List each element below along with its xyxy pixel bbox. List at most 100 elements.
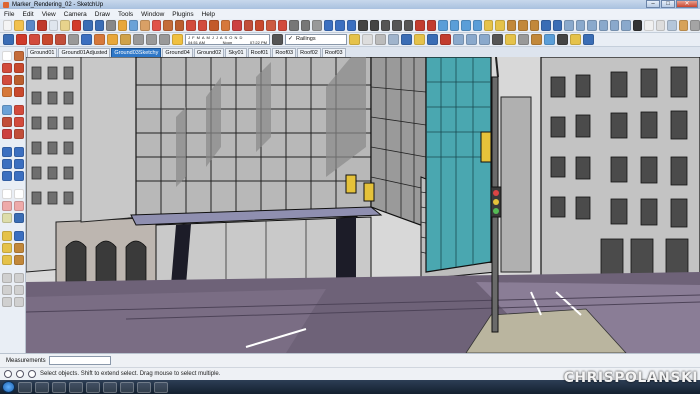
share-model-icon[interactable] — [449, 20, 460, 31]
previous-tool-icon[interactable] — [13, 213, 24, 223]
model-info-icon[interactable] — [117, 20, 127, 31]
scale-icon[interactable] — [266, 20, 276, 31]
menu-file[interactable]: File — [4, 11, 14, 18]
section-plane-tool-icon[interactable] — [13, 243, 24, 253]
zoom-window-tool-icon[interactable] — [13, 201, 24, 211]
tab-roof01[interactable]: Roof01 — [247, 48, 272, 57]
select-arrow-icon[interactable] — [1, 51, 12, 61]
paste-icon[interactable] — [60, 20, 70, 31]
intersect-icon[interactable] — [94, 34, 105, 45]
model-viewport[interactable] — [26, 57, 700, 353]
shaded-textures-icon[interactable] — [678, 20, 689, 31]
tab-ground03sketchy[interactable]: Ground03Sketchy — [111, 48, 162, 57]
print-icon[interactable] — [106, 20, 116, 31]
offset-lines-icon[interactable] — [13, 129, 24, 139]
plugin-e-icon[interactable] — [583, 34, 594, 45]
eraser-tool-icon[interactable] — [151, 20, 162, 31]
axes-tool-icon[interactable] — [1, 171, 12, 181]
group-icon[interactable] — [414, 34, 425, 45]
tab-ground02[interactable]: Ground02 — [193, 48, 225, 57]
taskbar-layout-icon[interactable] — [120, 381, 134, 393]
split-icon[interactable] — [159, 34, 170, 45]
redo-arrow-icon[interactable] — [552, 20, 563, 31]
taskbar-notes-icon[interactable] — [137, 381, 151, 393]
zoom-magnifier-icon[interactable] — [1, 201, 12, 211]
select-tool-icon[interactable] — [128, 20, 139, 31]
taskbar-sketchup-icon[interactable] — [103, 381, 117, 393]
protractor-tool-icon[interactable] — [1, 159, 12, 169]
get-models-icon[interactable] — [438, 20, 448, 31]
drape-tool-icon[interactable] — [13, 273, 24, 283]
look-around-icon[interactable] — [479, 34, 490, 45]
offset-tool-icon[interactable] — [55, 34, 66, 45]
section-plane-icon[interactable] — [506, 20, 517, 31]
rotate-tool-icon[interactable] — [29, 34, 40, 45]
taskbar-ie-icon[interactable] — [18, 381, 32, 393]
tab-ground04[interactable]: Ground04 — [162, 48, 193, 57]
cut-icon[interactable] — [37, 20, 47, 31]
zoom-extents-icon[interactable] — [403, 20, 414, 31]
scene-icon[interactable] — [440, 34, 451, 45]
walk-tool-icon[interactable] — [13, 231, 24, 241]
push-pull-icon[interactable] — [220, 20, 231, 31]
trim-icon[interactable] — [146, 34, 157, 45]
menu-camera[interactable]: Camera — [64, 11, 87, 18]
shaded-icon[interactable] — [667, 20, 677, 31]
render-icon[interactable] — [505, 34, 516, 45]
menu-view[interactable]: View — [42, 11, 56, 18]
circle-icon[interactable] — [197, 20, 208, 31]
open-folder-icon[interactable] — [14, 20, 24, 31]
display-section-icon[interactable] — [518, 20, 528, 31]
zoom-window-icon[interactable] — [392, 20, 402, 31]
next-view-icon[interactable] — [426, 20, 437, 31]
copy-icon[interactable] — [48, 20, 59, 31]
back-view-icon[interactable] — [610, 20, 620, 31]
wireframe-icon[interactable] — [644, 20, 654, 31]
sandbox-tool-icon[interactable] — [1, 255, 12, 265]
scale-tool-icon[interactable] — [42, 34, 53, 45]
move-arrows-icon[interactable] — [1, 105, 12, 115]
tape-measure-icon[interactable] — [289, 20, 299, 31]
rotate-arrows-icon[interactable] — [1, 117, 12, 127]
menu-tools[interactable]: Tools — [118, 11, 133, 18]
polygon-icon[interactable] — [209, 20, 219, 31]
polygon-tool-icon[interactable] — [1, 87, 12, 97]
photo-texture-icon[interactable] — [484, 20, 494, 31]
export-icon[interactable] — [518, 34, 529, 45]
position-camera-tool-icon[interactable] — [1, 231, 12, 241]
close-button[interactable]: ✕ — [676, 0, 698, 8]
previous-view-icon[interactable] — [415, 20, 425, 31]
subtract-icon[interactable] — [133, 34, 144, 45]
make-component-tool-icon[interactable] — [13, 51, 24, 61]
stamp-tool-icon[interactable] — [13, 255, 24, 265]
outer-shell-icon[interactable] — [107, 34, 118, 45]
pencil-icon[interactable] — [163, 20, 173, 31]
taskbar-media-icon[interactable] — [52, 381, 66, 393]
pan-hand-icon[interactable] — [13, 189, 24, 199]
iso-view-icon[interactable] — [564, 20, 574, 31]
plugin-b-icon[interactable] — [544, 34, 555, 45]
add-detail-icon[interactable] — [13, 285, 24, 295]
tab-roof03[interactable]: Roof03 — [272, 48, 297, 57]
erase-icon[interactable] — [71, 20, 82, 31]
rotate-icon[interactable] — [243, 20, 253, 31]
hidden-geometry-icon[interactable] — [362, 34, 373, 45]
freehand-tool-icon[interactable] — [13, 87, 24, 97]
taskbar-app-icon[interactable] — [69, 381, 83, 393]
add-location-icon[interactable] — [472, 20, 483, 31]
new-file-icon[interactable] — [3, 20, 13, 31]
menu-help[interactable]: Help — [202, 11, 215, 18]
menu-window[interactable]: Window — [141, 11, 164, 18]
orbit-icon[interactable] — [358, 20, 368, 31]
tab-ground01[interactable]: Ground01 — [27, 48, 58, 57]
offset-icon[interactable] — [277, 20, 288, 31]
undo-icon[interactable] — [83, 20, 93, 31]
google-earth-icon[interactable] — [461, 20, 471, 31]
arc-tool-icon[interactable] — [13, 75, 24, 85]
menu-edit[interactable]: Edit — [22, 11, 33, 18]
pan-icon[interactable] — [369, 20, 379, 31]
walk-icon[interactable] — [466, 34, 477, 45]
help-icon[interactable] — [28, 370, 36, 378]
scale-box-icon[interactable] — [1, 129, 12, 139]
orbit-tool-icon[interactable] — [1, 189, 12, 199]
